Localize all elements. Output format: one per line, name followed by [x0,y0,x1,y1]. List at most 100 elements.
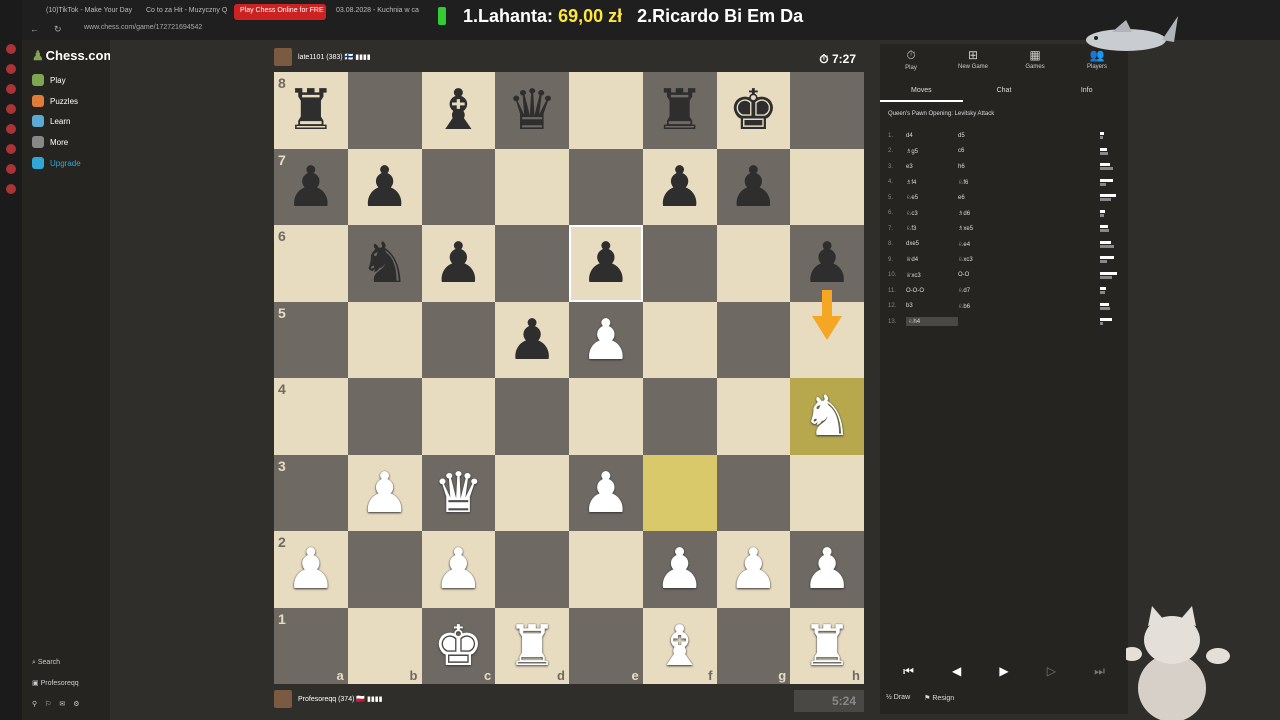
white-rook-icon[interactable]: ♜ [507,617,557,674]
black-move[interactable]: c6 [958,148,1018,154]
square-b8[interactable] [347,72,422,149]
reload-icon[interactable]: ↻ [54,24,62,35]
black-knight-icon[interactable]: ♞ [360,235,410,291]
white-move[interactable]: ♗g5 [906,148,958,155]
play-icon[interactable]: ▶ [999,664,1008,679]
square-e4[interactable] [569,378,643,455]
square-c3[interactable]: ♛ [421,454,496,531]
white-move[interactable]: e3 [906,164,958,170]
black-move[interactable]: ♘f6 [958,179,1018,186]
panel-new-game-button[interactable]: ⊞ New Game [943,48,1003,71]
square-b7[interactable]: ♟ [347,148,422,225]
square-e3[interactable]: ♟ [569,454,643,531]
white-bishop-icon[interactable]: ♝ [655,617,705,674]
white-move[interactable]: ♘c3 [906,210,958,217]
square-a6[interactable]: 6 [274,225,348,302]
square-c4[interactable] [421,378,496,455]
square-f7[interactable]: ♟ [642,148,717,225]
square-d4[interactable] [495,378,569,455]
square-c8[interactable]: ♝ [421,72,496,149]
square-g1[interactable]: g [716,607,791,684]
square-g6[interactable] [716,225,791,302]
black-pawn-icon[interactable]: ♟ [581,235,631,291]
square-h7[interactable] [790,148,864,225]
square-f8[interactable]: ♜ [642,72,717,149]
square-b6[interactable]: ♞ [347,225,422,302]
white-pawn-icon[interactable]: ♟ [286,541,336,597]
tab-chat[interactable]: Chat [963,84,1046,102]
panel-games-button[interactable]: ▦ Games [1005,48,1065,71]
square-e6[interactable]: ♟ [569,225,643,302]
black-move[interactable]: ♘xc3 [958,256,1018,263]
first-move-icon[interactable]: ⏮ [903,664,914,679]
white-pawn-icon[interactable]: ♟ [728,541,778,597]
square-g2[interactable]: ♟ [716,531,791,608]
resign-button[interactable]: ⚑ Resign [924,694,954,702]
black-move[interactable]: ♘e4 [958,241,1018,248]
square-f4[interactable] [642,378,717,455]
white-pawn-icon[interactable]: ♟ [581,311,631,368]
browser-tab[interactable]: Play Chess Online for FRE [234,4,326,20]
white-move[interactable]: ♕d4 [906,256,958,263]
sidebar-item-upgrade[interactable]: Upgrade [32,157,81,169]
black-move[interactable]: d5 [958,133,1018,139]
browser-tab[interactable]: 03.08.2028 - Kuchnia w ca [330,4,422,20]
square-d2[interactable] [495,531,569,608]
square-f2[interactable]: ♟ [642,531,717,608]
square-a7[interactable]: 7 ♟ [274,148,348,225]
white-pawn-icon[interactable]: ♟ [433,541,483,597]
avatar[interactable] [274,48,292,66]
bottom-player-name[interactable]: Profesoreqq (374) 🇵🇱 ▮▮▮▮ [298,695,382,703]
white-move[interactable]: d4 [906,133,958,139]
square-g7[interactable]: ♟ [716,148,791,225]
black-pawn-icon[interactable]: ♟ [802,235,852,291]
white-queen-icon[interactable]: ♛ [433,464,483,521]
white-move[interactable]: ♘h4 [906,317,958,327]
sidebar-item-puzzles[interactable]: Puzzles [32,95,78,107]
white-move[interactable]: dxe5 [906,241,958,247]
square-b3[interactable]: ♟ [347,454,422,531]
tab-moves[interactable]: Moves [880,84,963,102]
square-e2[interactable] [569,531,643,608]
black-move[interactable]: ♘b6 [958,303,1018,310]
square-d3[interactable] [495,454,569,531]
opening-name[interactable]: Queen's Pawn Opening: Levitsky Attack [888,111,994,117]
square-f3[interactable] [642,454,717,531]
sidebar-item-learn[interactable]: Learn [32,115,70,127]
square-f1[interactable]: f ♝ [642,607,717,684]
white-move[interactable]: O-O-O [906,288,958,294]
square-d6[interactable] [495,225,569,302]
white-pawn-icon[interactable]: ♟ [360,464,410,521]
square-d8[interactable]: ♛ [495,72,569,149]
square-b4[interactable] [347,378,422,455]
square-a2[interactable]: 2 ♟ [274,531,348,608]
square-a8[interactable]: 8 ♜ [274,72,348,149]
square-c1[interactable]: c ♚ [421,607,496,684]
square-e7[interactable] [569,148,643,225]
tab-info[interactable]: Info [1045,84,1128,102]
avatar[interactable] [274,690,292,708]
white-move[interactable]: ♗f4 [906,179,958,186]
sidebar-user[interactable]: ▣ Profesoreqq [32,679,79,687]
last-move-icon[interactable]: ⏭ [1094,664,1105,679]
square-a1[interactable]: 1a [274,607,348,684]
black-pawn-icon[interactable]: ♟ [507,311,557,368]
square-b5[interactable] [347,301,422,378]
square-e1[interactable]: e [569,607,643,684]
square-h3[interactable] [790,454,864,531]
white-king-icon[interactable]: ♚ [433,617,483,674]
next-move-icon[interactable]: ▷ [1047,664,1056,679]
black-queen-icon[interactable]: ♛ [507,82,557,138]
white-rook-icon[interactable]: ♜ [802,617,852,674]
white-move[interactable]: b3 [906,303,958,309]
square-g3[interactable] [716,454,791,531]
browser-tab[interactable]: Co to za Hit - Muzyczny Q [140,4,232,20]
chesscom-logo[interactable]: ♟ Chess.com [32,48,115,64]
square-g5[interactable] [716,301,791,378]
square-c2[interactable]: ♟ [421,531,496,608]
black-move[interactable]: ♗d6 [958,210,1018,217]
panel-play-button[interactable]: ⏱ Play [881,48,941,71]
square-a4[interactable]: 4 [274,378,348,455]
black-king-icon[interactable]: ♚ [728,82,778,138]
black-rook-icon[interactable]: ♜ [286,82,336,138]
